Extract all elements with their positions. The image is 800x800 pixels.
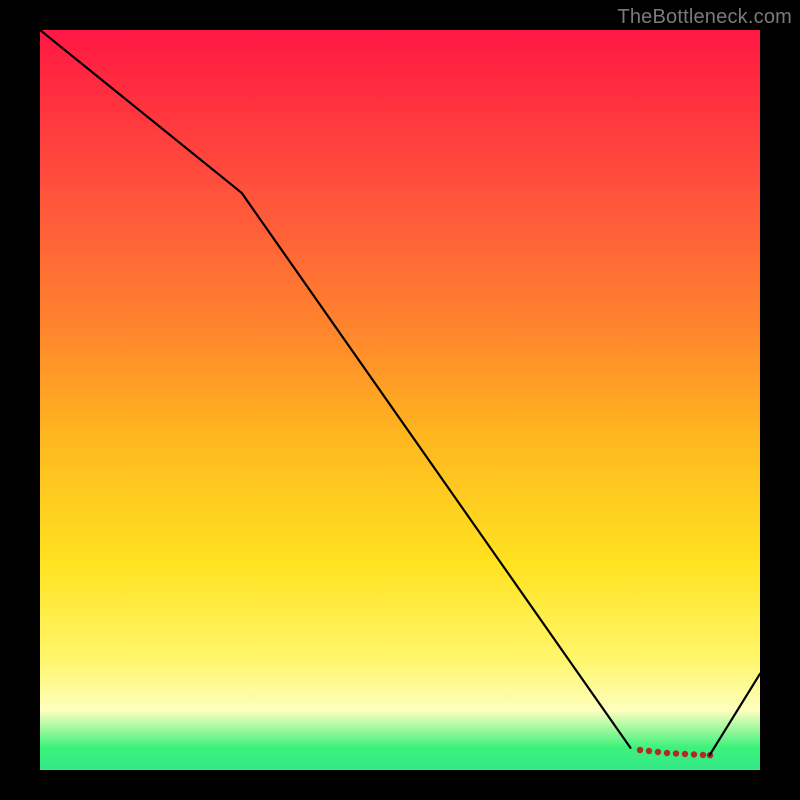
bottleneck-curve-segment-1 — [40, 30, 630, 748]
chart-frame: TheBottleneck.com — [0, 0, 800, 800]
bottleneck-curve-segment-3 — [710, 674, 760, 755]
bottleneck-curve-dotted — [637, 747, 713, 759]
plot-gradient-background — [40, 30, 760, 770]
line-plot-svg — [40, 30, 760, 770]
source-watermark: TheBottleneck.com — [617, 6, 792, 29]
